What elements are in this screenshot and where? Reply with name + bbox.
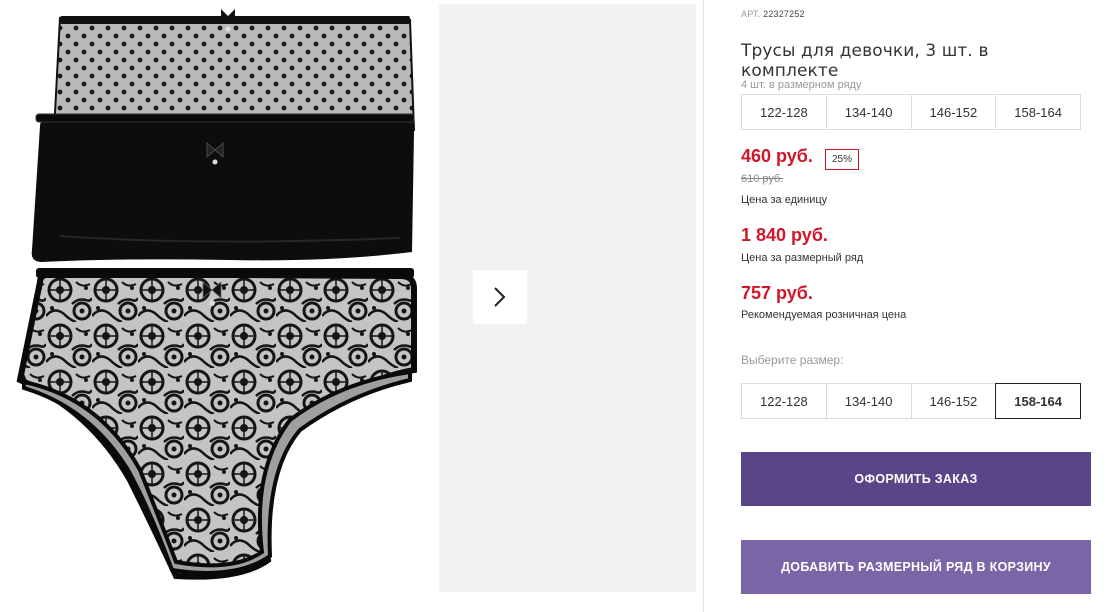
unit-price-caption: Цена за единицу	[741, 194, 828, 206]
gallery-next-button[interactable]	[473, 270, 527, 324]
column-divider	[703, 0, 704, 612]
rrp-price: 757 руб.	[741, 283, 813, 303]
gallery-next-panel	[439, 4, 696, 592]
size-row-item[interactable]: 146-152	[910, 94, 997, 130]
product-photo-panties	[16, 9, 417, 580]
article-value: 22327252	[763, 9, 805, 19]
product-title: Трусы для девочки, 3 шт. в комплекте	[741, 41, 989, 81]
size-row-list: 122-128 134-140 146-152 158-164	[741, 94, 1081, 130]
rrp-caption: Рекомендуемая розничная цена	[741, 309, 907, 321]
size-row-item[interactable]: 158-164	[995, 94, 1081, 130]
size-option-selected[interactable]: 158-164	[995, 383, 1081, 419]
add-size-row-to-cart-button[interactable]: ДОБАВИТЬ РАЗМЕРНЫЙ РЯД В КОРЗИНУ	[741, 540, 1091, 594]
order-button[interactable]: ОФОРМИТЬ ЗАКАЗ	[741, 452, 1091, 506]
size-row-item[interactable]: 134-140	[825, 94, 912, 130]
size-option[interactable]: 122-128	[741, 383, 827, 419]
size-picker-label: Выберите размер:	[741, 353, 844, 367]
size-row-item[interactable]: 122-128	[741, 94, 827, 130]
size-picker: 122-128 134-140 146-152 158-164	[741, 383, 1081, 419]
size-option[interactable]: 146-152	[910, 383, 997, 419]
size-row-note: 4 шт. в размерном ряду	[741, 79, 862, 91]
row-price: 1 840 руб.	[741, 225, 828, 245]
article-number: АРТ. 22327252	[741, 9, 805, 19]
chevron-right-icon	[494, 287, 506, 307]
unit-price: 460 руб.	[741, 146, 813, 166]
discount-badge: 25%	[825, 149, 860, 170]
size-option[interactable]: 134-140	[825, 383, 912, 419]
article-label: АРТ.	[741, 9, 761, 19]
row-price-caption: Цена за размерный ряд	[741, 252, 864, 264]
product-main-image[interactable]	[0, 0, 432, 592]
old-price: 610 руб.	[741, 173, 784, 185]
